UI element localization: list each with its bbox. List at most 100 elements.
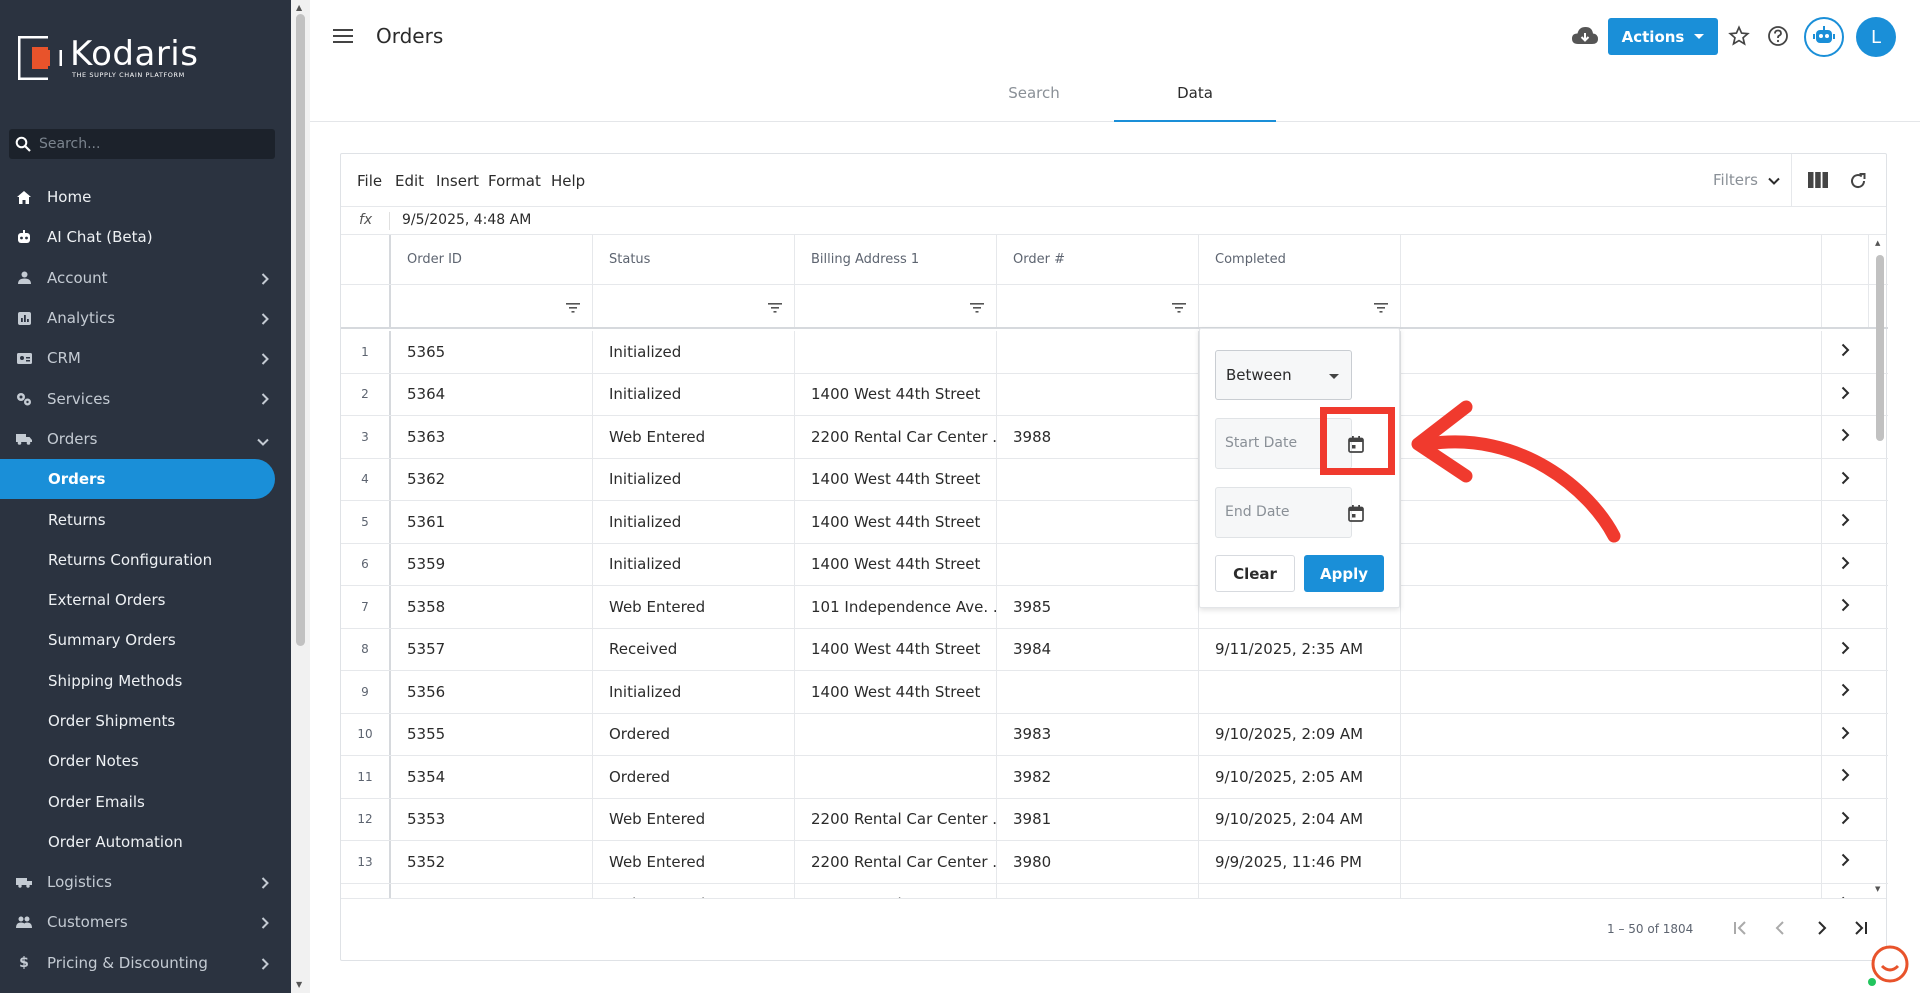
cell-order-number[interactable]: 3979 bbox=[997, 883, 1199, 898]
sidebar-item-services[interactable]: Services bbox=[0, 378, 291, 418]
table-row[interactable]: 12 5353 Web Entered 2200 Rental Car Center … bbox=[341, 798, 1888, 841]
cell-billing-address[interactable]: 1400 West 44th Street bbox=[795, 373, 997, 415]
column-filter-status[interactable] bbox=[593, 285, 795, 327]
scroll-up-arrow-icon[interactable]: ▲ bbox=[296, 3, 302, 12]
cell-billing-address[interactable] bbox=[795, 331, 997, 373]
cell-billing-address[interactable]: 1400 West 44th Street bbox=[795, 501, 997, 543]
cell-order-id[interactable]: 5352 bbox=[391, 841, 593, 883]
cell-order-id[interactable]: 5351 bbox=[391, 883, 593, 898]
cell-status[interactable]: Ordered bbox=[593, 756, 795, 798]
cell-completed[interactable] bbox=[1199, 671, 1401, 713]
cell-billing-address[interactable] bbox=[795, 756, 997, 798]
help-icon[interactable] bbox=[1767, 25, 1789, 51]
start-date-input[interactable] bbox=[1225, 435, 1315, 451]
menu-insert[interactable]: Insert bbox=[436, 172, 479, 190]
table-row[interactable]: 9 5356 Initialized 1400 West 44th Street bbox=[341, 671, 1888, 714]
sidebar-item-returns[interactable]: Returns bbox=[0, 499, 291, 539]
refresh-icon[interactable] bbox=[1848, 171, 1868, 195]
columns-icon[interactable] bbox=[1808, 172, 1828, 192]
scroll-down-arrow-icon[interactable]: ▼ bbox=[296, 980, 302, 989]
row-open-button[interactable] bbox=[1821, 756, 1869, 798]
filter-icon[interactable] bbox=[970, 299, 984, 317]
sidebar-item-logistics[interactable]: Logistics bbox=[0, 862, 291, 902]
menu-file[interactable]: File bbox=[357, 172, 382, 190]
previous-page-icon[interactable] bbox=[1771, 919, 1789, 941]
sidebar-search[interactable] bbox=[9, 129, 275, 159]
sidebar-scrollbar[interactable]: ▲ ▼ bbox=[291, 0, 310, 993]
cell-status[interactable]: Web Entered bbox=[593, 883, 795, 898]
table-row[interactable]: 2 5364 Initialized 1400 West 44th Street bbox=[341, 373, 1888, 416]
cell-order-number[interactable]: 3981 bbox=[997, 798, 1199, 840]
cell-status[interactable]: Ordered bbox=[593, 713, 795, 755]
filter-icon[interactable] bbox=[768, 299, 782, 317]
cell-order-number[interactable] bbox=[997, 671, 1199, 713]
column-header-completed[interactable]: Completed bbox=[1199, 235, 1401, 284]
grid-scrollbar[interactable]: ▲ ▼ bbox=[1871, 235, 1888, 898]
cell-order-number[interactable]: 3983 bbox=[997, 713, 1199, 755]
row-open-button[interactable] bbox=[1821, 543, 1869, 585]
cell-billing-address[interactable]: 1400 West 44th Street bbox=[795, 543, 997, 585]
cell-order-id[interactable]: 5364 bbox=[391, 373, 593, 415]
sidebar-item-home[interactable]: Home bbox=[0, 177, 291, 217]
cell-billing-address[interactable]: 1400 West 44th Street bbox=[795, 628, 997, 670]
row-open-button[interactable] bbox=[1821, 501, 1869, 543]
cell-status[interactable]: Web Entered bbox=[593, 841, 795, 883]
cell-billing-address[interactable]: 101 Independence Ave. ... bbox=[795, 586, 997, 628]
sidebar-item-crm[interactable]: CRM bbox=[0, 338, 291, 378]
sidebar-item-customers[interactable]: Customers bbox=[0, 902, 291, 942]
cell-order-number[interactable]: 3984 bbox=[997, 628, 1199, 670]
row-open-button[interactable] bbox=[1821, 331, 1869, 373]
sidebar-item-returns-configuration[interactable]: Returns Configuration bbox=[0, 540, 291, 580]
cell-order-number[interactable]: 3988 bbox=[997, 416, 1199, 458]
cell-order-number[interactable] bbox=[997, 543, 1199, 585]
cell-completed[interactable]: 9/10/2025, 2:09 AM bbox=[1199, 713, 1401, 755]
cell-order-number[interactable] bbox=[997, 373, 1199, 415]
cell-billing-address[interactable]: 2200 Rental Car Center ... bbox=[795, 841, 997, 883]
cell-billing-address[interactable]: 1400 West 44th Street bbox=[795, 671, 997, 713]
sidebar-item-summary-orders[interactable]: Summary Orders bbox=[0, 620, 291, 660]
row-open-button[interactable] bbox=[1821, 458, 1869, 500]
table-row[interactable]: 145351Web Entered2200 Rental Car Center … bbox=[341, 883, 1888, 898]
cell-billing-address[interactable]: 2200 Rental Car Center ... bbox=[795, 798, 997, 840]
cell-billing-address[interactable]: 2200 Rental Car Center ... bbox=[795, 883, 997, 898]
filter-operator-select[interactable]: Between bbox=[1215, 350, 1352, 400]
filter-icon[interactable] bbox=[1374, 299, 1388, 317]
cell-order-id[interactable]: 5356 bbox=[391, 671, 593, 713]
apply-button[interactable]: Apply bbox=[1304, 555, 1384, 592]
row-open-button[interactable] bbox=[1821, 373, 1869, 415]
support-chat-icon[interactable] bbox=[1866, 942, 1910, 986]
last-page-icon[interactable] bbox=[1852, 919, 1870, 941]
cell-status[interactable]: Initialized bbox=[593, 458, 795, 500]
actions-button[interactable]: Actions bbox=[1608, 18, 1718, 55]
formula-bar[interactable]: fx 9/5/2025, 4:48 AM bbox=[341, 207, 1886, 235]
table-row[interactable]: 8 5357 Received 1400 West 44th Street 3984 9/… bbox=[341, 628, 1888, 671]
cell-status[interactable]: Initialized bbox=[593, 671, 795, 713]
row-open-button[interactable] bbox=[1821, 586, 1869, 628]
calendar-icon[interactable] bbox=[1348, 505, 1364, 526]
cloud-download-icon[interactable] bbox=[1572, 26, 1598, 50]
sidebar-item-ai-chat[interactable]: AI Chat (Beta) bbox=[0, 217, 291, 257]
table-row[interactable]: 1 5365 Initialized bbox=[341, 331, 1888, 374]
kodaris-logo[interactable]: Kodaris THE SUPPLY CHAIN PLATFORM bbox=[15, 33, 198, 83]
column-filter-order-number[interactable] bbox=[997, 285, 1199, 327]
cell-order-id[interactable]: 5359 bbox=[391, 543, 593, 585]
sidebar-search-input[interactable] bbox=[39, 136, 259, 152]
cell-order-number[interactable] bbox=[997, 458, 1199, 500]
scroll-down-arrow-icon[interactable]: ▼ bbox=[1875, 885, 1880, 893]
cell-order-id[interactable]: 5355 bbox=[391, 713, 593, 755]
row-open-button[interactable] bbox=[1821, 713, 1869, 755]
table-row[interactable]: 3 5363 Web Entered 2200 Rental Car Center .… bbox=[341, 416, 1888, 459]
clear-button[interactable]: Clear bbox=[1215, 555, 1295, 592]
user-avatar[interactable]: L bbox=[1856, 17, 1896, 57]
next-page-icon[interactable] bbox=[1813, 919, 1831, 941]
row-open-button[interactable] bbox=[1821, 671, 1869, 713]
filters-dropdown[interactable]: Filters bbox=[1713, 171, 1780, 189]
menu-format[interactable]: Format bbox=[488, 172, 541, 190]
table-row[interactable]: 7 5358 Web Entered 101 Independence Ave. ..… bbox=[341, 586, 1888, 629]
cell-order-number[interactable] bbox=[997, 331, 1199, 373]
end-date-field[interactable] bbox=[1215, 487, 1364, 538]
filter-icon[interactable] bbox=[1172, 299, 1186, 317]
cell-status[interactable]: Initialized bbox=[593, 373, 795, 415]
column-header-billing-address[interactable]: Billing Address 1 bbox=[795, 235, 997, 284]
hamburger-menu-icon[interactable] bbox=[333, 28, 353, 48]
